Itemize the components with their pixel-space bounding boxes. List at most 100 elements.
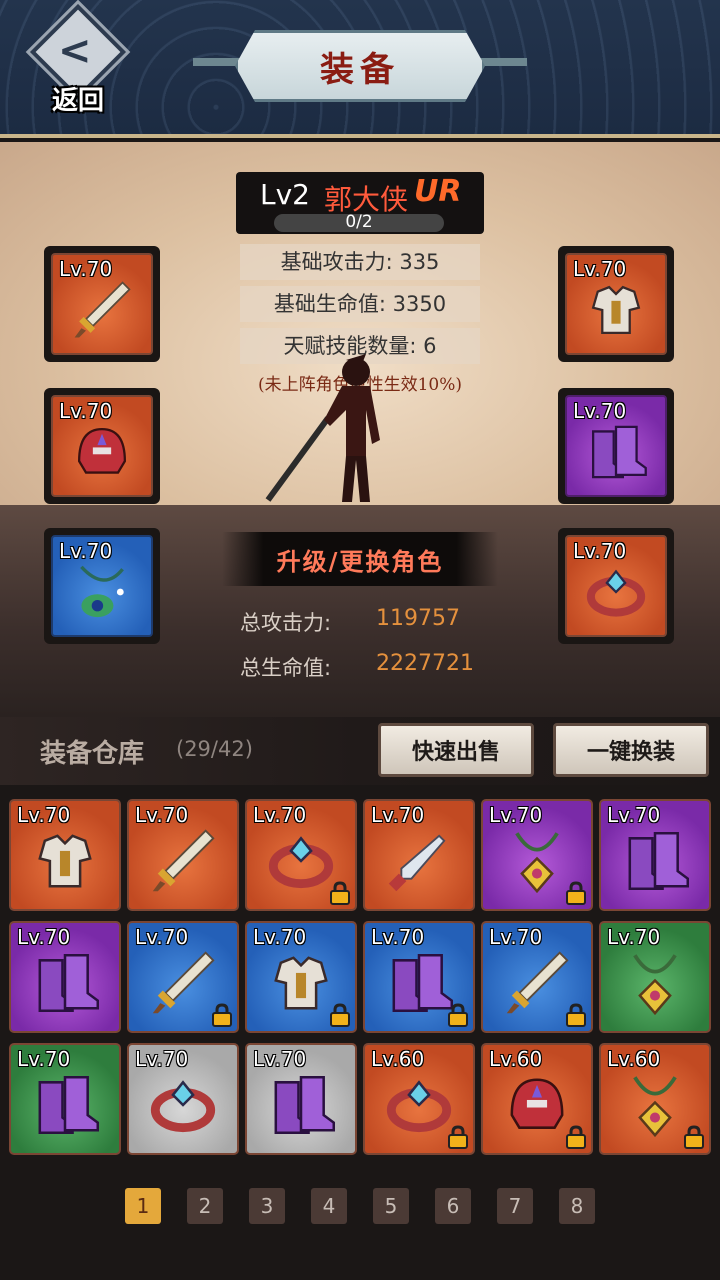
warehouse-item[interactable]: Lv.70: [245, 799, 357, 911]
lock-icon: [565, 1125, 587, 1149]
warehouse-item[interactable]: Lv.60: [481, 1043, 593, 1155]
necklace-icon: [617, 1068, 693, 1144]
equip-slot-frame: Lv.70: [51, 253, 153, 355]
warehouse-item[interactable]: Lv.60: [599, 1043, 711, 1155]
equip-slot-weapon[interactable]: Lv.70: [44, 246, 160, 362]
warehouse-item[interactable]: Lv.60: [363, 1043, 475, 1155]
item-level-label: Lv.70: [17, 803, 71, 827]
item-level-label: Lv.70: [59, 539, 113, 563]
armor-icon: [263, 946, 339, 1022]
equip-slot-helmet[interactable]: Lv.70: [44, 388, 160, 504]
boots-icon: [582, 418, 651, 487]
back-button[interactable]: < 返回: [28, 3, 128, 116]
base-hp-stat: 基础生命值: 3350: [240, 286, 480, 322]
warehouse-item[interactable]: Lv.70: [481, 921, 593, 1033]
helmet-icon: [499, 1068, 575, 1144]
equip-slot-frame: Lv.70: [51, 535, 153, 637]
armor-icon: [582, 276, 651, 345]
base-attack-stat: 基础攻击力: 335: [240, 244, 480, 280]
page-button-1[interactable]: 1: [125, 1188, 161, 1224]
warehouse-item[interactable]: Lv.70: [9, 1043, 121, 1155]
lock-icon: [447, 1003, 469, 1027]
warehouse-header: 装备仓库 (29/42) 快速出售 一键换装: [0, 717, 720, 785]
warehouse-item[interactable]: Lv.70: [363, 921, 475, 1033]
page-button-4[interactable]: 4: [311, 1188, 347, 1224]
boots-icon: [381, 946, 457, 1022]
lock-icon: [565, 1003, 587, 1027]
warehouse-item[interactable]: Lv.70: [481, 799, 593, 911]
warehouse-item[interactable]: Lv.70: [127, 921, 239, 1033]
warehouse-item[interactable]: Lv.70: [599, 799, 711, 911]
warehouse-item[interactable]: Lv.70: [127, 799, 239, 911]
hero-progress-text: 0/2: [345, 214, 373, 232]
lock-icon: [329, 881, 351, 905]
item-level-label: Lv.70: [489, 803, 543, 827]
ring-icon: [381, 1068, 457, 1144]
back-label: 返回: [51, 86, 104, 116]
sword-icon: [499, 946, 575, 1022]
boots-icon: [27, 1068, 103, 1144]
item-level-label: Lv.70: [59, 257, 113, 281]
page-button-2[interactable]: 2: [187, 1188, 223, 1224]
total-attack-label: 总攻击力:: [240, 611, 332, 635]
page-title: 装备: [320, 49, 400, 90]
warehouse-item[interactable]: Lv.70: [9, 921, 121, 1033]
hero-silhouette[interactable]: [262, 340, 402, 510]
equip-slot-necklace[interactable]: Lv.70: [44, 528, 160, 644]
equip-slot-ring[interactable]: Lv.70: [558, 528, 674, 644]
lock-icon: [683, 1125, 705, 1149]
total-hp-value: 2227721: [376, 651, 474, 676]
back-arrow-icon: <: [58, 28, 92, 74]
peacock-necklace-icon: [68, 558, 137, 627]
warehouse-item[interactable]: Lv.70: [245, 921, 357, 1033]
item-level-label: Lv.70: [573, 399, 627, 423]
warehouse-item[interactable]: Lv.70: [127, 1043, 239, 1155]
equip-slot-frame: Lv.70: [51, 395, 153, 497]
item-level-label: Lv.70: [253, 803, 307, 827]
item-level-label: Lv.70: [253, 1047, 307, 1071]
hero-grade-badge: UR: [414, 174, 462, 209]
total-hp-label: 总生命值:: [240, 656, 332, 680]
item-level-label: Lv.60: [607, 1047, 661, 1071]
equip-slot-boots[interactable]: Lv.70: [558, 388, 674, 504]
boots-icon: [617, 824, 693, 900]
warehouse-item[interactable]: Lv.70: [245, 1043, 357, 1155]
page-button-7[interactable]: 7: [497, 1188, 533, 1224]
ring-icon: [263, 824, 339, 900]
page-button-5[interactable]: 5: [373, 1188, 409, 1224]
lock-icon: [447, 1125, 469, 1149]
equip-slot-armor[interactable]: Lv.70: [558, 246, 674, 362]
item-level-label: Lv.70: [371, 803, 425, 827]
lock-icon: [565, 881, 587, 905]
item-level-label: Lv.70: [607, 803, 661, 827]
auto-equip-button[interactable]: 一键换装: [553, 723, 709, 777]
page-button-8[interactable]: 8: [559, 1188, 595, 1224]
item-level-label: Lv.70: [135, 1047, 189, 1071]
warehouse-item[interactable]: Lv.70: [363, 799, 475, 911]
equip-slot-frame: Lv.70: [565, 395, 667, 497]
sword-icon: [145, 824, 221, 900]
item-level-label: Lv.70: [17, 1047, 71, 1071]
item-level-label: Lv.70: [135, 803, 189, 827]
upgrade-change-hero-button[interactable]: 升级/更换角色: [222, 532, 498, 586]
page-button-3[interactable]: 3: [249, 1188, 285, 1224]
quick-sell-button[interactable]: 快速出售: [378, 723, 534, 777]
item-level-label: Lv.70: [573, 539, 627, 563]
lock-icon: [211, 1003, 233, 1027]
item-level-label: Lv.70: [17, 925, 71, 949]
item-level-label: Lv.70: [573, 257, 627, 281]
item-level-label: Lv.70: [489, 925, 543, 949]
title-wing-left: [193, 58, 243, 66]
necklace-icon: [617, 946, 693, 1022]
boots-icon: [27, 946, 103, 1022]
hero-banner: Lv2 郭大侠 UR 0/2: [236, 172, 484, 234]
page-button-6[interactable]: 6: [435, 1188, 471, 1224]
warehouse-item[interactable]: Lv.70: [599, 921, 711, 1033]
warehouse-item[interactable]: Lv.70: [9, 799, 121, 911]
item-level-label: Lv.70: [607, 925, 661, 949]
boots-icon: [263, 1068, 339, 1144]
hero-progress-bar: 0/2: [274, 214, 444, 232]
lock-icon: [329, 1003, 351, 1027]
item-level-label: Lv.60: [371, 1047, 425, 1071]
armor-icon: [27, 824, 103, 900]
